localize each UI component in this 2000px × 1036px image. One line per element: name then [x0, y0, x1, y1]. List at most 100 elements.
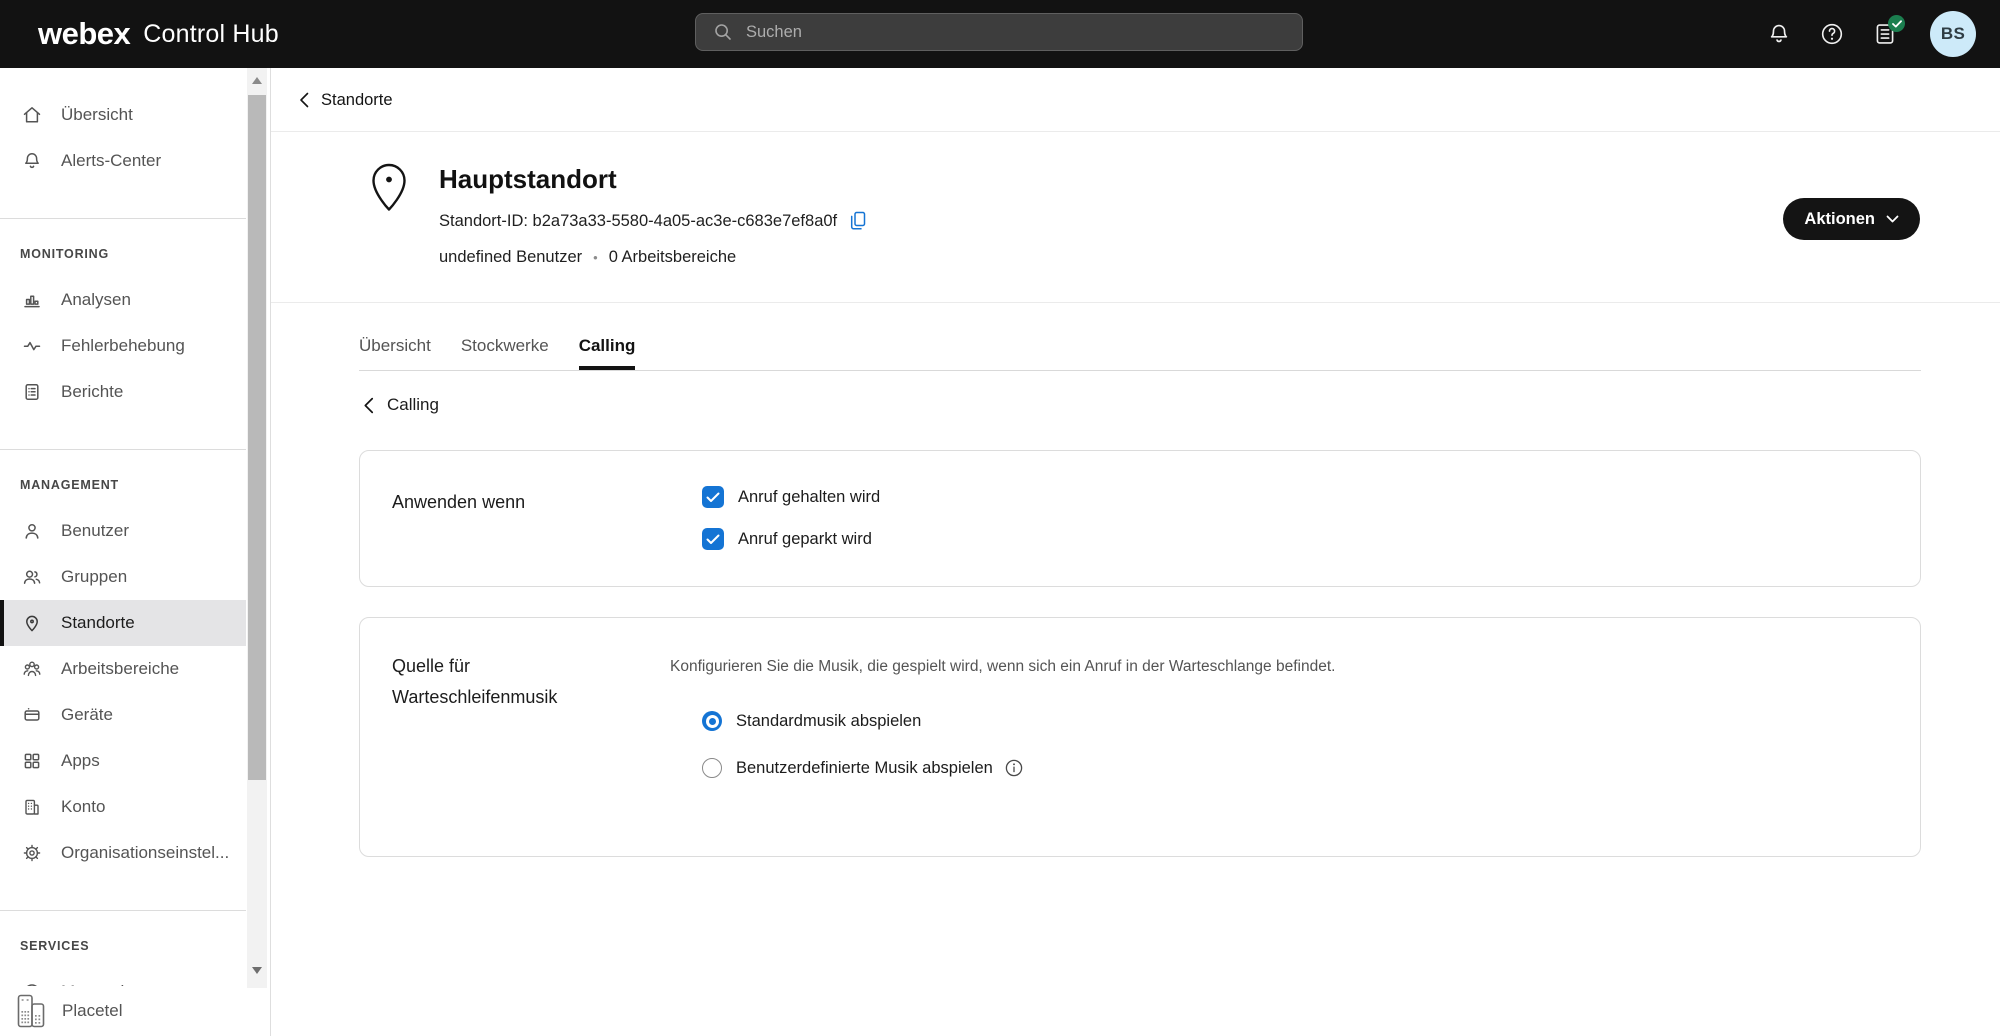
app-grid-icon [20, 749, 44, 773]
music-source-description: Konfigurieren Sie die Musik, die gespiel… [670, 658, 1335, 676]
sidebar-scrollbar[interactable] [247, 68, 267, 988]
brand[interactable]: webex Control Hub [38, 0, 279, 68]
sidebar-item-organisationseinstellungen[interactable]: Organisationseinstel... [0, 830, 246, 876]
sidebar-item-fehlerbehebung[interactable]: Fehlerbehebung [0, 323, 246, 369]
sidebar-item-benutzer[interactable]: Benutzer [0, 508, 246, 554]
sidebar-divider [0, 218, 246, 219]
location-id-text: Standort-ID: b2a73a33-5580-4a05-ac3e-c68… [439, 212, 837, 231]
tab-calling[interactable]: Calling [579, 336, 636, 370]
radio-row-standardmusik[interactable]: Standardmusik abspielen [702, 711, 921, 731]
help-icon[interactable] [1819, 21, 1845, 47]
sidebar-item-label: Arbeitsbereiche [61, 659, 179, 679]
webex-logo: webex [38, 16, 130, 52]
sidebar-item-label: Übersicht [61, 105, 133, 125]
location-pin-icon [20, 611, 44, 635]
radio-label: Benutzerdefinierte Musik abspielen [736, 759, 993, 778]
bell-icon [20, 149, 44, 173]
radio-selected-icon[interactable] [702, 711, 722, 731]
chevron-down-icon [1886, 215, 1899, 223]
checkbox-label: Anruf geparkt wird [738, 530, 872, 549]
sidebar-item-gruppen[interactable]: Gruppen [0, 554, 246, 600]
tabs-divider [359, 370, 1921, 371]
notifications-bell-icon[interactable] [1766, 21, 1792, 47]
sidebar-item-label: Organisationseinstel... [61, 843, 229, 863]
user-group-icon [20, 565, 44, 589]
sidebar-item-konto[interactable]: Konto [0, 784, 246, 830]
sidebar-item-label: Geräte [61, 705, 113, 725]
sidebar-item-label: Konto [61, 797, 105, 817]
scrollbar-up-arrow-icon[interactable] [252, 77, 262, 84]
sidebar-nav: Übersicht Alerts-Center MONITORING [0, 68, 246, 988]
breadcrumb-label: Standorte [321, 91, 393, 110]
music-source-card: Quelle für Warteschleifenmusik Konfiguri… [359, 617, 1921, 857]
sidebar-divider [0, 449, 246, 450]
page: webex Control Hub [0, 0, 2000, 1036]
gear-icon [20, 841, 44, 865]
avatar[interactable]: BS [1930, 11, 1976, 57]
search-input[interactable] [746, 23, 1302, 42]
sidebar-item-geraete[interactable]: Geräte [0, 692, 246, 738]
sidebar-item-uebersicht[interactable]: Übersicht [0, 92, 246, 138]
sidebar-item-analysen[interactable]: Analysen [0, 277, 246, 323]
sidebar-item-alerts-center[interactable]: Alerts-Center [0, 138, 246, 184]
copy-icon[interactable] [848, 210, 868, 232]
page-title: Hauptstandort [439, 164, 617, 195]
radio-unselected-icon[interactable] [702, 758, 722, 778]
sidebar-item-label: Analysen [61, 290, 131, 310]
tasks-list-icon[interactable] [1872, 21, 1898, 47]
tab-bar: Übersicht Stockwerke Calling [359, 336, 635, 370]
tab-stockwerke[interactable]: Stockwerke [461, 336, 549, 370]
building-icon [14, 992, 50, 1030]
sidebar-divider [0, 910, 246, 911]
actions-button[interactable]: Aktionen [1783, 198, 1920, 240]
chevron-left-icon [363, 397, 374, 414]
device-icon [20, 703, 44, 727]
calling-back-link[interactable]: Calling [363, 395, 439, 415]
user-icon [20, 519, 44, 543]
radio-row-benutzerdefinierte-musik[interactable]: Benutzerdefinierte Musik abspielen [702, 758, 1023, 778]
location-pin-large-icon [370, 160, 408, 219]
topbar: webex Control Hub [0, 0, 2000, 68]
home-icon [20, 103, 44, 127]
pulse-icon [20, 334, 44, 358]
sidebar-item-apps[interactable]: Apps [0, 738, 246, 784]
sidebar: Übersicht Alerts-Center MONITORING [0, 68, 271, 1036]
scrollbar-thumb[interactable] [248, 95, 266, 780]
sidebar-item-placetel[interactable]: Placetel [0, 986, 246, 1036]
topbar-actions: BS [1766, 0, 1976, 68]
bar-chart-icon [20, 288, 44, 312]
scrollbar-down-arrow-icon[interactable] [252, 967, 262, 974]
sidebar-item-label: Berichte [61, 382, 123, 402]
location-meta-row: undefined Benutzer • 0 Arbeitsbereiche [439, 248, 736, 267]
sidebar-item-arbeitsbereiche[interactable]: Arbeitsbereiche [0, 646, 246, 692]
music-source-label: Quelle für Warteschleifenmusik [392, 651, 557, 713]
sidebar-item-berichte[interactable]: Berichte [0, 369, 246, 415]
sidebar-item-label: Alerts-Center [61, 151, 161, 171]
checkbox-row-anruf-gehalten[interactable]: Anruf gehalten wird [702, 486, 880, 508]
search-icon [712, 21, 734, 43]
breadcrumb-bar: Standorte [271, 68, 2000, 132]
sidebar-item-label: Standorte [61, 613, 135, 633]
product-name: Control Hub [143, 20, 279, 49]
music-source-label-line1: Quelle für [392, 651, 557, 682]
workspaces-count: 0 Arbeitsbereiche [609, 248, 737, 267]
info-icon[interactable] [1005, 759, 1023, 777]
sidebar-item-label: Gruppen [61, 567, 127, 587]
radio-label: Standardmusik abspielen [736, 712, 921, 731]
tab-uebersicht[interactable]: Übersicht [359, 336, 431, 370]
people-icon [20, 657, 44, 681]
sidebar-section-services: SERVICES [0, 923, 246, 969]
checkbox-checked-icon[interactable] [702, 528, 724, 550]
checkbox-row-anruf-geparkt[interactable]: Anruf geparkt wird [702, 528, 872, 550]
breadcrumb-back-standorte[interactable]: Standorte [299, 68, 393, 132]
status-check-badge [1888, 15, 1905, 32]
separator-dot: • [593, 250, 598, 265]
sidebar-section-monitoring: MONITORING [0, 231, 246, 277]
sidebar-item-standorte[interactable]: Standorte [0, 600, 246, 646]
music-source-label-line2: Warteschleifenmusik [392, 682, 557, 713]
header-divider [271, 302, 2000, 303]
location-id-row: Standort-ID: b2a73a33-5580-4a05-ac3e-c68… [439, 210, 868, 232]
checkbox-checked-icon[interactable] [702, 486, 724, 508]
users-count: undefined Benutzer [439, 248, 582, 267]
search-bar[interactable] [695, 13, 1303, 51]
